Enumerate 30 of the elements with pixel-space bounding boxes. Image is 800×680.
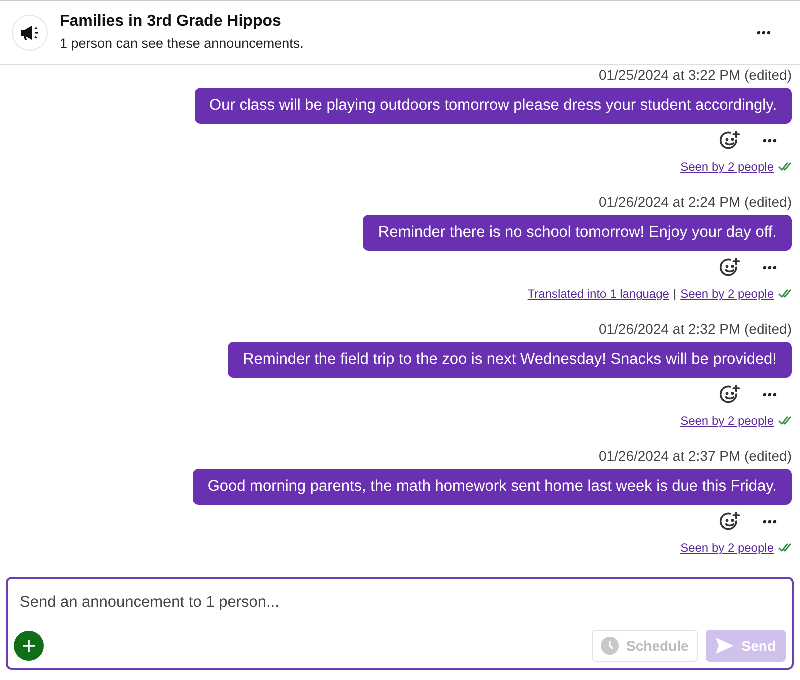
send-icon (716, 638, 734, 654)
link-separator: | (673, 286, 677, 303)
more-icon (763, 393, 777, 397)
message-bubble: Our class will be playing outdoors tomorrow please dress your student accordingly. (194, 88, 792, 124)
message-timestamp: 01/25/2024 at 3:22 PM (edited) (598, 66, 792, 85)
message-timestamp: 01/26/2024 at 2:32 PM (edited) (598, 320, 792, 339)
add-button[interactable] (14, 631, 44, 661)
plus-icon (23, 640, 35, 652)
message-timestamp: 01/26/2024 at 2:37 PM (edited) (598, 447, 792, 466)
smiley-plus-icon (719, 130, 741, 152)
channel-title: Families in 3rd Grade Hippos (60, 12, 282, 32)
message-link[interactable]: Translated into 1 language (528, 285, 670, 303)
message-bubble: Reminder the field trip to the zoo is next Wednesday! Snacks will be provided! (228, 342, 792, 378)
message-timestamp: 01/26/2024 at 2:24 PM (edited) (598, 193, 792, 212)
message-bubble: Reminder there is no school tomorrow! Enjoy your day off. (363, 215, 792, 251)
smiley-plus-icon (719, 511, 741, 533)
smiley-plus-icon (719, 384, 741, 406)
megaphone-icon (20, 24, 40, 40)
more-icon (763, 520, 777, 524)
more-icon (763, 266, 777, 270)
more-icon (763, 139, 777, 143)
message-link[interactable]: Seen by 2 people (680, 158, 774, 176)
message-link[interactable]: Seen by 2 people (680, 539, 774, 557)
message-bubble: Good morning parents, the math homework sent home last week is due this Friday. (192, 469, 792, 505)
channel-subtitle: 1 person can see these announcements. (60, 35, 305, 54)
more-icon (757, 30, 771, 34)
message-link[interactable]: Seen by 2 people (680, 285, 774, 303)
clock-icon (600, 637, 619, 655)
message-link[interactable]: Seen by 2 people (680, 412, 774, 430)
smiley-plus-icon (719, 257, 741, 279)
